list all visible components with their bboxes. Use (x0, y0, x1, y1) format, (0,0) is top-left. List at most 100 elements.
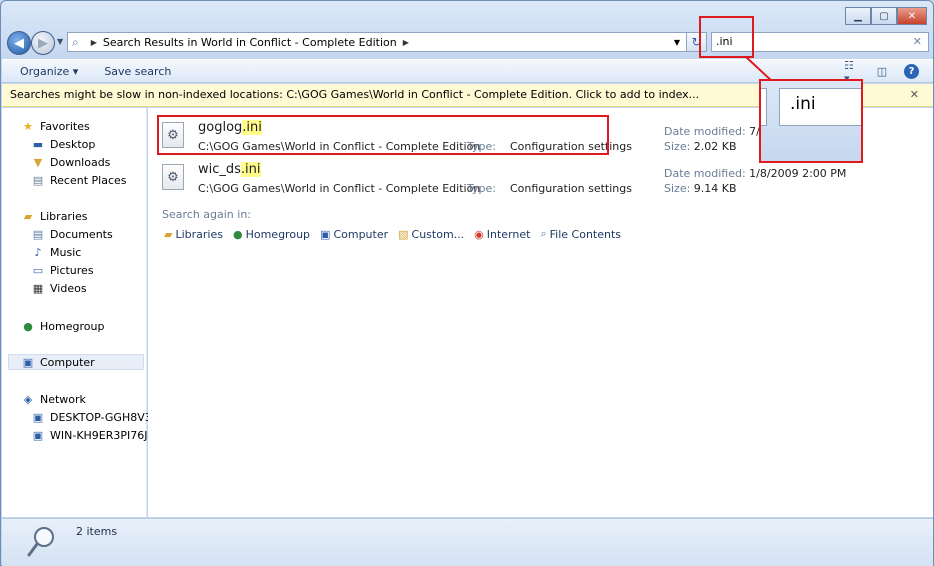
minimize-button[interactable]: ▁ (845, 7, 871, 25)
navigation-pane: ★ Favorites ▬ Desktop ▼ Downloads ▤ Rece… (2, 108, 158, 517)
address-dropdown-icon[interactable]: ▼ (674, 38, 680, 47)
recent-pages-dropdown[interactable]: ▼ (57, 37, 63, 46)
computer-icon: ▣ (22, 355, 34, 369)
star-icon: ★ (23, 119, 33, 133)
close-info-bar-icon[interactable]: ✕ (910, 84, 919, 106)
custom-folder-icon: ▧ (398, 227, 409, 241)
item-count: 2 items (76, 525, 118, 538)
list-item[interactable]: ⚙ wic_ds.ini C:\GOG Games\World in Confl… (162, 160, 912, 196)
search-homegroup-link[interactable]: ● Homegroup (233, 228, 310, 241)
file-type: Configuration settings (510, 140, 632, 153)
search-libraries-link[interactable]: ▰ Libraries (164, 228, 223, 241)
back-button[interactable]: ◀ (7, 31, 31, 55)
search-magnifier-icon (27, 527, 54, 557)
close-button[interactable]: ✕ (897, 7, 927, 25)
file-name: goglog.ini (198, 120, 262, 135)
nav-label: Desktop (50, 137, 96, 151)
nav-label: Network (40, 392, 86, 406)
search-again-label: Search again in: (162, 208, 252, 221)
music-icon: ♪ (34, 245, 42, 259)
homegroup-icon: ● (232, 227, 243, 241)
organize-button[interactable]: Organize ▾ (20, 65, 78, 78)
zoomed-search-callout: .ini (759, 79, 863, 163)
documents-icon: ▤ (32, 227, 44, 241)
recent-places-icon: ▤ (32, 173, 44, 187)
breadcrumb-chevron-icon[interactable]: ▶ (403, 38, 409, 47)
search-file-contents-link[interactable]: ⌕ File Contents (540, 227, 621, 241)
file-path: C:\GOG Games\World in Conflict - Complet… (198, 182, 481, 195)
nav-videos[interactable]: ▦ Videos (30, 280, 87, 296)
refresh-button[interactable]: ↻ (687, 32, 707, 52)
videos-icon: ▦ (32, 281, 44, 295)
window-controls: ▁ ▢ ✕ (845, 7, 927, 25)
computer-icon: ▣ (320, 227, 331, 241)
search-again-locations: ▰ Libraries ● Homegroup ▣ Computer ▧ Custom.… (164, 227, 621, 241)
network-icon: ◈ (23, 392, 33, 406)
callout-edge (761, 88, 767, 126)
address-bar[interactable]: ⌕ ▶ Search Results in World in Conflict … (67, 32, 687, 52)
nav-label: Videos (50, 281, 87, 295)
nav-favorites[interactable]: ★ Favorites (20, 118, 90, 134)
nav-desktop[interactable]: ▬ Desktop (30, 136, 96, 152)
nav-homegroup[interactable]: ● Homegroup (20, 318, 104, 334)
nav-label: DESKTOP-GGH8V3P (50, 410, 159, 424)
homegroup-icon: ● (23, 319, 33, 333)
search-computer-link[interactable]: ▣ Computer (320, 228, 388, 241)
nav-music[interactable]: ♪ Music (30, 244, 81, 260)
search-results-icon: ⌕ (72, 34, 79, 49)
date-modified: Date modified: 1/8/2009 2:00 PM (664, 167, 847, 180)
nav-label: Documents (50, 227, 113, 241)
nav-recent-places[interactable]: ▤ Recent Places (30, 172, 127, 188)
nav-label: Downloads (50, 155, 111, 169)
config-file-icon: ⚙ (162, 164, 184, 190)
computer-icon: ▣ (32, 410, 44, 424)
file-path: C:\GOG Games\World in Conflict - Complet… (198, 140, 481, 153)
help-icon[interactable]: ? (904, 64, 919, 79)
breadcrumb-location[interactable]: Search Results in World in Conflict - Co… (103, 36, 397, 49)
file-name: wic_ds.ini (198, 162, 261, 177)
config-file-icon: ⚙ (162, 122, 184, 148)
nav-libraries[interactable]: ▰ Libraries (20, 208, 88, 224)
save-search-button[interactable]: Save search (104, 65, 171, 78)
nav-label: Libraries (40, 209, 88, 223)
libraries-icon: ▰ (23, 209, 33, 223)
libraries-icon: ▰ (164, 227, 173, 241)
nav-downloads[interactable]: ▼ Downloads (30, 154, 111, 170)
clear-search-icon[interactable]: ✕ (913, 33, 922, 51)
search-custom-link[interactable]: ▧ Custom... (398, 228, 464, 241)
zoomed-search-box: .ini (779, 88, 861, 126)
nav-network[interactable]: ◈ Network (20, 391, 86, 407)
nav-label: WIN-KH9ER3PI76J (50, 428, 148, 442)
info-bar-text: Searches might be slow in non-indexed lo… (10, 88, 700, 101)
nav-label: Pictures (50, 263, 94, 277)
nav-network-host[interactable]: ▣ WIN-KH9ER3PI76J (30, 427, 148, 443)
file-contents-icon: ⌕ (540, 227, 547, 240)
file-size: Size: 9.14 KB (664, 182, 737, 195)
search-query: .ini (716, 35, 733, 48)
nav-documents[interactable]: ▤ Documents (30, 226, 113, 242)
forward-button[interactable]: ▶ (31, 31, 55, 55)
search-results-pane: ⚙ goglog.ini C:\GOG Games\World in Confl… (148, 108, 933, 517)
nav-label: Recent Places (50, 173, 127, 187)
downloads-folder-icon: ▼ (33, 155, 43, 169)
preview-pane-icon[interactable]: ◫ (874, 65, 890, 79)
nav-computer[interactable]: ▣ Computer (8, 354, 144, 370)
breadcrumb-separator-icon[interactable]: ▶ (91, 38, 97, 47)
view-tools: ☷ ▾ ◫ ? (844, 59, 919, 85)
status-bar: 2 items (2, 518, 933, 566)
file-type: Configuration settings (510, 182, 632, 195)
desktop-icon: ▬ (32, 137, 44, 151)
nav-pictures[interactable]: ▭ Pictures (30, 262, 94, 278)
search-input[interactable]: .ini ✕ (711, 32, 929, 52)
nav-network-host[interactable]: ▣ DESKTOP-GGH8V3P (30, 409, 159, 425)
nav-label: Homegroup (40, 319, 105, 333)
file-size: Size: 2.02 KB (664, 140, 737, 153)
nav-label: Favorites (40, 119, 90, 133)
type-label: Type: (467, 182, 496, 195)
change-view-icon[interactable]: ☷ ▾ (844, 59, 860, 85)
search-internet-link[interactable]: ◉ Internet (474, 228, 530, 241)
pictures-icon: ▭ (32, 263, 44, 277)
maximize-button[interactable]: ▢ (871, 7, 897, 25)
nav-label: Music (50, 245, 82, 259)
type-label: Type: (467, 140, 496, 153)
